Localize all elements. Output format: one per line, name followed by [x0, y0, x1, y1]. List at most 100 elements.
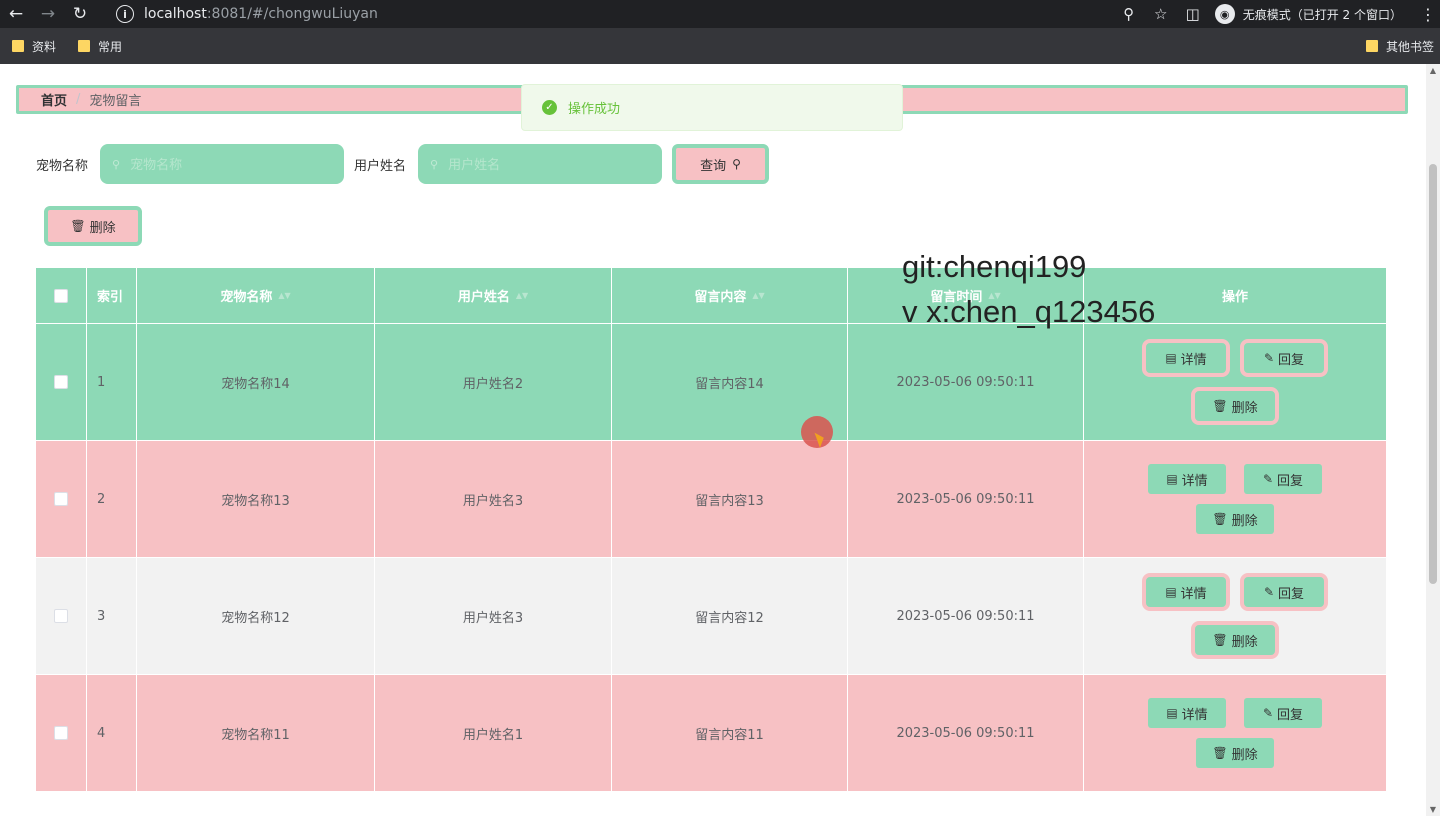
detail-button[interactable]: ▤ 详情: [1142, 339, 1230, 377]
reply-button[interactable]: ✎ 回复: [1240, 339, 1328, 377]
folder-icon: [12, 40, 24, 52]
row-time: 2023-05-06 09:50:11: [848, 441, 1084, 557]
table-row[interactable]: 3 宠物名称12 用户姓名3 留言内容12 2023-05-06 09:50:1…: [36, 557, 1386, 674]
header-user-name[interactable]: 用户姓名 ▲▼: [375, 268, 612, 323]
search-icon: ⚲: [732, 157, 741, 171]
header-ops: 操作: [1221, 290, 1248, 305]
row-user-name: 用户姓名3: [375, 558, 612, 674]
table-row[interactable]: 4 宠物名称11 用户姓名1 留言内容11 2023-05-06 09:50:1…: [36, 674, 1386, 791]
row-ops: ▤ 详情 ✎ 回复 🗑 删除: [1084, 675, 1386, 791]
row-checkbox-cell: [36, 324, 87, 440]
row-content: 留言内容13: [612, 441, 848, 557]
breadcrumb-home[interactable]: 首页: [41, 90, 67, 109]
document-icon: ▤: [1166, 706, 1178, 720]
row-checkbox[interactable]: [54, 726, 68, 740]
table-row[interactable]: 1 宠物名称14 用户姓名2 留言内容14 2023-05-06 09:50:1…: [36, 323, 1386, 440]
bookmark-folder-changyong[interactable]: 常用: [78, 38, 122, 55]
incognito-icon: ◉: [1214, 4, 1235, 24]
trash-icon: 🗑: [1212, 633, 1228, 647]
delete-button[interactable]: 🗑 删除: [1191, 387, 1279, 425]
user-name-input[interactable]: [448, 156, 629, 172]
scroll-up-icon[interactable]: ▲: [1428, 66, 1438, 75]
row-time: 2023-05-06 09:50:11: [848, 675, 1084, 791]
row-time: 2023-05-06 09:50:11: [848, 324, 1084, 440]
key-icon[interactable]: ⚲: [1113, 5, 1145, 23]
other-bookmarks[interactable]: 其他书签: [1365, 28, 1434, 64]
row-checkbox[interactable]: [54, 609, 68, 623]
row-index: 1: [87, 324, 137, 440]
sort-icon[interactable]: ▲▼: [278, 291, 290, 300]
header-pet-name[interactable]: 宠物名称 ▲▼: [137, 268, 375, 323]
message-table: 索引 宠物名称 ▲▼ 用户姓名 ▲▼ 留言内容 ▲▼ 留言时间 ▲▼ 操作 1 宠物名称…: [36, 268, 1386, 791]
row-user-name: 用户姓名1: [375, 675, 612, 791]
edit-icon: ✎: [1263, 585, 1275, 599]
header-checkbox-cell: [36, 268, 87, 323]
row-checkbox[interactable]: [54, 492, 68, 506]
bookmark-folder-ziliao[interactable]: 资料: [12, 38, 56, 55]
row-user-name: 用户姓名3: [375, 441, 612, 557]
delete-button[interactable]: 🗑 删除: [1191, 621, 1279, 659]
breadcrumb-current: 宠物留言: [89, 94, 142, 109]
folder-icon: [78, 40, 91, 52]
bookmarks-bar: 资料 常用 其他书签: [0, 28, 1440, 64]
forward-icon[interactable]: →: [32, 0, 64, 28]
detail-button[interactable]: ▤ 详情: [1148, 698, 1226, 728]
toast-message: 操作成功: [568, 102, 621, 117]
trash-icon: 🗑: [1212, 746, 1228, 760]
query-button-label: 查询: [700, 158, 727, 174]
breadcrumb-separator: /: [76, 92, 81, 107]
header-index: 索引: [87, 268, 137, 323]
query-button[interactable]: 查询 ⚲: [672, 144, 770, 184]
row-checkbox[interactable]: [54, 375, 68, 389]
menu-icon[interactable]: ⋮: [1416, 5, 1440, 24]
row-index: 2: [87, 441, 137, 557]
side-panel-icon[interactable]: ◫: [1177, 5, 1209, 23]
row-index: 4: [87, 675, 137, 791]
sort-icon[interactable]: ▲▼: [752, 291, 764, 300]
back-icon[interactable]: ←: [0, 0, 32, 28]
detail-button[interactable]: ▤ 详情: [1148, 464, 1226, 494]
header-time[interactable]: 留言时间 ▲▼: [848, 268, 1084, 323]
batch-delete-button[interactable]: 🗑 删除: [44, 206, 142, 246]
reply-button[interactable]: ✎ 回复: [1244, 464, 1322, 494]
sort-icon[interactable]: ▲▼: [516, 291, 528, 300]
user-name-field[interactable]: ⚲: [418, 144, 663, 184]
address-bar[interactable]: i localhost:8081/#/chongwuLiuyan: [106, 0, 1192, 28]
reply-button[interactable]: ✎ 回复: [1244, 698, 1322, 728]
incognito-label: 无痕模式（已打开 2 个窗口）: [1242, 7, 1402, 22]
incognito-indicator[interactable]: ◉ 无痕模式（已打开 2 个窗口）: [1214, 4, 1402, 24]
delete-button[interactable]: 🗑 删除: [1196, 504, 1274, 534]
delete-button[interactable]: 🗑 删除: [1196, 738, 1274, 768]
pet-name-input[interactable]: [130, 156, 311, 172]
reload-icon[interactable]: ↻: [64, 0, 96, 28]
row-checkbox-cell: [36, 558, 87, 674]
sort-icon[interactable]: ▲▼: [988, 291, 1000, 300]
batch-delete-label: 删除: [89, 220, 116, 236]
row-checkbox-cell: [36, 675, 87, 791]
row-content: 留言内容11: [612, 675, 848, 791]
document-icon: ▤: [1165, 585, 1177, 599]
detail-button[interactable]: ▤ 详情: [1142, 573, 1230, 611]
pet-name-label: 宠物名称: [36, 158, 89, 174]
search-icon: ⚲: [430, 157, 439, 171]
site-info-icon[interactable]: i: [116, 5, 134, 23]
scroll-down-icon[interactable]: ▼: [1428, 805, 1438, 814]
star-icon[interactable]: ☆: [1145, 5, 1177, 23]
success-toast: ✓ 操作成功: [521, 84, 903, 131]
select-all-checkbox[interactable]: [54, 288, 68, 303]
pet-name-field[interactable]: ⚲: [100, 144, 345, 184]
row-ops: ▤ 详情 ✎ 回复 🗑 删除: [1084, 324, 1386, 440]
page-content: ▲ ▼ 首页 / 宠物留言 ✓ 操作成功 宠物名称 ⚲ 用户姓名 ⚲ 查询 ⚲ …: [0, 64, 1440, 816]
row-pet-name: 宠物名称14: [137, 324, 375, 440]
document-icon: ▤: [1165, 351, 1177, 365]
scroll-thumb[interactable]: [1429, 164, 1437, 584]
table-row[interactable]: 2 宠物名称13 用户姓名3 留言内容13 2023-05-06 09:50:1…: [36, 440, 1386, 557]
search-form: 宠物名称 ⚲ 用户姓名 ⚲ 查询 ⚲: [36, 144, 770, 184]
edit-icon: ✎: [1262, 706, 1274, 720]
row-checkbox-cell: [36, 441, 87, 557]
edit-icon: ✎: [1262, 472, 1274, 486]
scrollbar[interactable]: ▲ ▼: [1426, 64, 1440, 816]
reply-button[interactable]: ✎ 回复: [1240, 573, 1328, 611]
header-content[interactable]: 留言内容 ▲▼: [612, 268, 848, 323]
table-header: 索引 宠物名称 ▲▼ 用户姓名 ▲▼ 留言内容 ▲▼ 留言时间 ▲▼ 操作: [36, 268, 1386, 323]
